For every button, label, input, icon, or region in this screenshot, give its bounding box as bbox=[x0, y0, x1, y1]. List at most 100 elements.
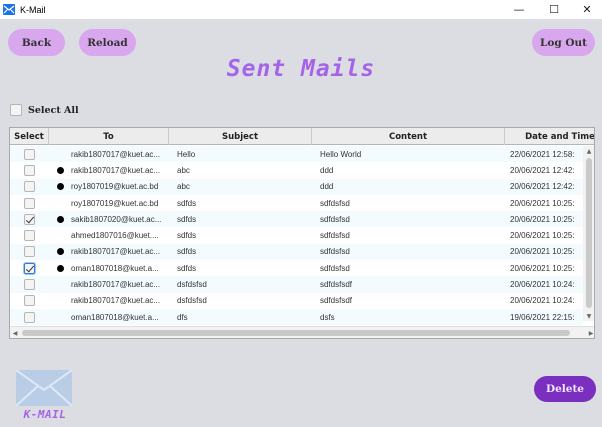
page-title: Sent Mails bbox=[226, 56, 376, 82]
row-date: 20/06/2021 12:42: bbox=[510, 165, 575, 175]
row-checkbox[interactable] bbox=[24, 279, 35, 291]
row-content: sdfdsfsd bbox=[320, 231, 350, 241]
row-content: sdfdsfsdf bbox=[320, 296, 353, 306]
row-select-cell bbox=[10, 293, 49, 309]
logo-text: K-MAIL bbox=[23, 408, 67, 421]
row-checkbox[interactable] bbox=[24, 230, 35, 242]
mail-app-icon bbox=[3, 4, 15, 15]
row-checkbox[interactable] bbox=[24, 311, 35, 323]
row-to-cell: rakib1807017@kuet.ac... bbox=[49, 146, 169, 162]
row-date: 20/06/2021 10:25: bbox=[510, 198, 575, 208]
row-subject: sdfds bbox=[177, 231, 197, 241]
row-to-text: oman1807018@kuet.a... bbox=[71, 312, 159, 322]
envelope-icon bbox=[16, 370, 72, 406]
table-row[interactable]: oman1807018@kuet.a... dfs dsfs 19/06/2021 2… bbox=[10, 309, 583, 326]
row-date: 20/06/2021 10:24: bbox=[510, 296, 575, 306]
row-checkbox[interactable] bbox=[24, 262, 35, 274]
row-select-cell bbox=[10, 228, 49, 244]
row-date: 20/06/2021 12:42: bbox=[510, 182, 575, 192]
unread-dot-icon bbox=[57, 215, 64, 223]
table-row[interactable]: rakib1807017@kuet.ac... abc ddd 20/06/2021 … bbox=[10, 162, 583, 179]
table-row[interactable]: oman1807018@kuet.a... sdfds sdfdsfsd 20/06/… bbox=[10, 260, 583, 277]
row-subject: sdfds bbox=[177, 263, 197, 273]
reload-button[interactable]: Reload bbox=[79, 29, 136, 56]
row-subject: dsfdsfsd bbox=[177, 280, 207, 290]
window-titlebar: K-Mail — ☐ ✕ bbox=[0, 0, 602, 19]
back-button[interactable]: Back bbox=[8, 29, 65, 56]
row-select-cell bbox=[10, 162, 49, 178]
row-to-cell: ahmed1807016@kuet.... bbox=[49, 228, 169, 244]
row-to-cell: rakib1807017@kuet.ac... bbox=[49, 293, 169, 309]
table-row[interactable]: rakib1807017@kuet.ac... dsfdsfsd sdfdsfsdf… bbox=[10, 276, 583, 293]
row-content: dsfs bbox=[320, 312, 335, 322]
minimize-icon[interactable]: — bbox=[500, 0, 538, 19]
row-subject: sdfds bbox=[177, 247, 197, 257]
delete-button[interactable]: Delete bbox=[534, 376, 596, 402]
column-header-to[interactable]: To bbox=[49, 128, 169, 145]
row-checkbox[interactable] bbox=[24, 197, 35, 209]
row-date: 20/06/2021 10:25: bbox=[510, 263, 575, 273]
select-all-control[interactable]: Select All bbox=[10, 104, 79, 116]
kmail-logo: K-MAIL bbox=[14, 368, 74, 421]
row-to-text: rakib1807017@kuet.ac... bbox=[71, 296, 161, 306]
vertical-scrollbar[interactable]: ▲ ▼ bbox=[583, 146, 594, 321]
vertical-scroll-thumb[interactable] bbox=[586, 158, 592, 308]
row-subject: Hello bbox=[177, 149, 196, 159]
window-title: K-Mail bbox=[20, 4, 46, 15]
column-header-subject[interactable]: Subject bbox=[169, 128, 312, 145]
row-to-cell: rakib1807017@kuet.ac... bbox=[49, 244, 169, 260]
row-to-text: oman1807018@kuet.a... bbox=[71, 263, 159, 273]
select-all-checkbox[interactable] bbox=[10, 104, 22, 116]
horizontal-scrollbar[interactable]: ◀ ▶ bbox=[10, 326, 594, 338]
row-select-cell bbox=[10, 276, 49, 292]
table-row[interactable]: rakib1807017@kuet.ac... sdfds sdfdsfsd 20/0… bbox=[10, 243, 583, 261]
row-date: 20/06/2021 10:25: bbox=[510, 247, 575, 257]
row-subject: sdfds bbox=[177, 214, 197, 224]
row-content: sdfdsfsd bbox=[320, 263, 350, 273]
column-header-select[interactable]: Select bbox=[10, 128, 49, 145]
scroll-down-icon[interactable]: ▼ bbox=[583, 311, 594, 321]
scroll-left-icon[interactable]: ◀ bbox=[10, 327, 20, 338]
scroll-up-icon[interactable]: ▲ bbox=[583, 146, 594, 156]
row-to-text: rakib1807017@kuet.ac... bbox=[71, 247, 161, 257]
select-all-label: Select All bbox=[28, 104, 79, 116]
row-select-cell bbox=[10, 309, 49, 325]
table-row[interactable]: rakib1807017@kuet.ac... dsfdsfsd sdfdsfsdf… bbox=[10, 292, 583, 309]
table-row[interactable]: sakib1807020@kuet.ac... sdfds sdfdsfsd 20/0… bbox=[10, 211, 583, 228]
row-select-cell bbox=[10, 260, 49, 276]
column-header-date-time[interactable]: Date and Time bbox=[505, 128, 594, 145]
row-checkbox[interactable] bbox=[24, 246, 35, 258]
table-row[interactable]: roy1807019@kuet.ac.bd abc ddd 20/06/2021 12… bbox=[10, 178, 583, 195]
row-select-cell bbox=[10, 195, 49, 211]
scroll-right-icon[interactable]: ▶ bbox=[586, 327, 594, 338]
row-checkbox[interactable] bbox=[24, 295, 35, 307]
row-to-text: rakib1807017@kuet.ac... bbox=[71, 280, 161, 290]
row-content: sdfdsfsd bbox=[320, 214, 350, 224]
unread-dot-icon bbox=[57, 264, 64, 272]
row-content: sdfdsfsdf bbox=[320, 280, 353, 290]
row-content: Hello World bbox=[320, 149, 362, 159]
row-checkbox[interactable] bbox=[24, 213, 35, 225]
row-to-text: rakib1807017@kuet.ac... bbox=[71, 149, 161, 159]
row-content: sdfdsfsd bbox=[320, 247, 350, 257]
row-date: 20/06/2021 10:24: bbox=[510, 280, 575, 290]
row-checkbox[interactable] bbox=[24, 164, 35, 176]
row-content: ddd bbox=[320, 182, 334, 192]
logout-button[interactable]: Log Out bbox=[532, 29, 595, 56]
row-checkbox[interactable] bbox=[24, 148, 35, 160]
table-row[interactable]: rakib1807017@kuet.ac... Hello Hello World 2… bbox=[10, 146, 583, 163]
row-to-cell: roy1807019@kuet.ac.bd bbox=[49, 179, 169, 195]
row-to-cell: oman1807018@kuet.a... bbox=[49, 260, 169, 276]
horizontal-scroll-thumb[interactable] bbox=[22, 330, 570, 336]
row-checkbox[interactable] bbox=[24, 181, 35, 193]
table-row[interactable]: ahmed1807016@kuet.... sdfds sdfdsfsd 20/06/… bbox=[10, 227, 583, 244]
row-to-cell: sakib1807020@kuet.ac... bbox=[49, 211, 169, 227]
row-content: sdfdsfsd bbox=[320, 198, 350, 208]
column-header-content[interactable]: Content bbox=[312, 128, 505, 145]
row-subject: dsfdsfsd bbox=[177, 296, 207, 306]
close-icon[interactable]: ✕ bbox=[568, 0, 602, 19]
row-to-text: roy1807019@kuet.ac.bd bbox=[71, 198, 159, 208]
row-date: 22/06/2021 12:58: bbox=[510, 149, 575, 159]
table-row[interactable]: roy1807019@kuet.ac.bd sdfds sdfdsfsd 20/06/… bbox=[10, 194, 583, 212]
row-to-cell: rakib1807017@kuet.ac... bbox=[49, 162, 169, 178]
